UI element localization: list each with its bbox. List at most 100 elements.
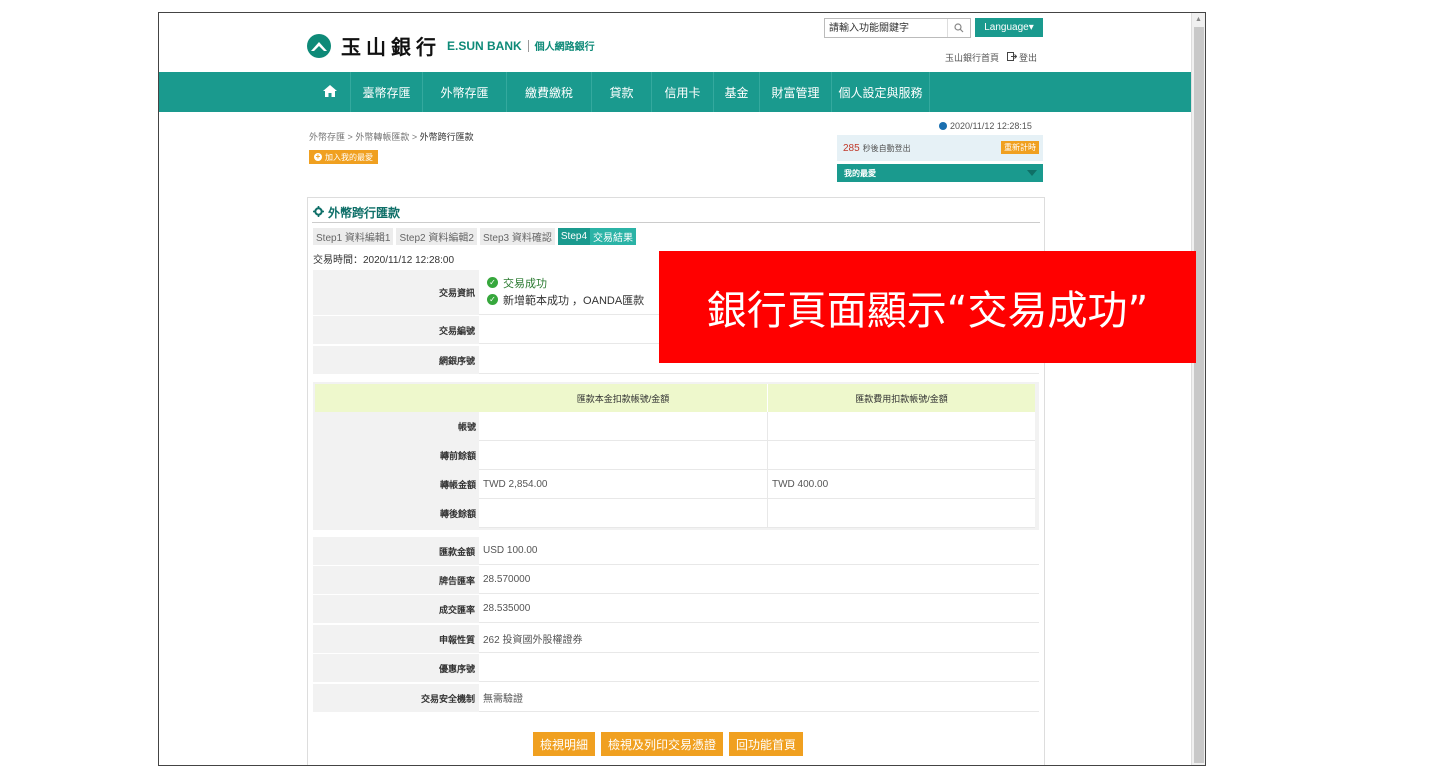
my-favorites-dropdown[interactable]: 我的最愛	[837, 164, 1043, 182]
account-table: 匯款本金扣款帳號/金額 匯款費用扣款帳號/金額 帳號 轉前餘額 轉帳金額 TWD…	[313, 382, 1039, 530]
title-divider	[312, 222, 1040, 223]
gear-icon	[313, 205, 324, 220]
clock-time: 2020/11/12 12:28:15	[950, 121, 1032, 131]
nav-item-credit-card[interactable]: 信用卡	[652, 72, 714, 112]
session-timer: 285 秒後自動登出 重新計時	[837, 135, 1043, 161]
browser-frame: 玉山銀行 E.SUN BANK 個人網路銀行 Language▾ 玉山銀行首頁 …	[158, 12, 1206, 766]
clock-display: 2020/11/12 12:28:15	[939, 121, 1032, 131]
nav-item-loans[interactable]: 貸款	[592, 72, 652, 112]
detail-value: 262 投資國外股權證券	[479, 625, 1039, 653]
nav-home-button[interactable]	[309, 72, 351, 112]
check-circle-icon: ✓	[487, 277, 498, 288]
fee-cell	[768, 412, 1035, 441]
language-button[interactable]: Language▾	[975, 18, 1043, 37]
add-favorite-button[interactable]: + 加入我的最愛	[309, 150, 378, 164]
step-1: Step1 資料編輯1	[313, 228, 394, 245]
view-details-button[interactable]: 檢視明細	[533, 732, 596, 756]
success-message: 交易成功	[503, 277, 547, 290]
detail-value: USD 100.00	[479, 537, 1039, 565]
fee-cell	[768, 499, 1035, 528]
search-icon[interactable]	[947, 19, 969, 37]
detail-label: 成交匯率	[313, 595, 479, 623]
clock-icon	[939, 122, 947, 130]
annotation-text: 銀行頁面顯示“交易成功”	[706, 288, 1149, 334]
logout-link[interactable]: 登出	[1006, 51, 1037, 64]
back-home-button[interactable]: 回功能首頁	[729, 732, 804, 756]
scroll-up-icon[interactable]: ▲	[1195, 16, 1202, 23]
detail-label: 牌告匯率	[313, 566, 479, 594]
home-icon	[322, 84, 337, 100]
add-favorite-label: 加入我的最愛	[325, 152, 373, 162]
breadcrumb-level1[interactable]: 外幣存匯	[309, 132, 345, 142]
table-row: 帳號	[315, 412, 1035, 441]
step-2: Step2 資料編輯2	[396, 228, 477, 245]
plus-icon: +	[314, 152, 322, 161]
bank-logo[interactable]: 玉山銀行 E.SUN BANK 個人網路銀行	[307, 31, 595, 60]
nav-item-payments[interactable]: 繳費繳稅	[507, 72, 592, 112]
table-row: 匯款金額 USD 100.00	[313, 537, 1039, 566]
search-input[interactable]	[825, 19, 947, 37]
account-table-header: 匯款本金扣款帳號/金額 匯款費用扣款帳號/金額	[315, 384, 1035, 412]
account-row-label: 帳號	[457, 422, 476, 432]
session-countdown-label: 秒後自動登出	[862, 143, 911, 153]
principal-cell	[479, 412, 768, 441]
nav-item-twd-deposit[interactable]: 臺幣存匯	[351, 72, 423, 112]
table-row: 轉後餘額	[315, 499, 1035, 528]
logo-mountain-icon	[307, 33, 331, 58]
nav-item-wealth[interactable]: 財富管理	[760, 72, 832, 112]
nav-item-foreign-deposit[interactable]: 外幣存匯	[423, 72, 507, 112]
account-row-label: 轉帳金額	[439, 480, 476, 490]
nav-item-settings[interactable]: 個人設定與服務	[832, 72, 930, 112]
step-4-label: 交易結果	[590, 228, 637, 245]
renew-session-button[interactable]: 重新計時	[1001, 141, 1039, 154]
detail-value: 28.535000	[479, 595, 1039, 623]
table-row: 成交匯率 28.535000	[313, 595, 1039, 624]
caret-down-icon	[1027, 170, 1037, 176]
table-row: 轉帳金額 TWD 2,854.00 TWD 400.00	[315, 470, 1035, 499]
search-box	[824, 18, 971, 38]
detail-label: 優惠序號	[313, 654, 479, 682]
logo-name-en: E.SUN BANK	[447, 38, 522, 53]
step-3: Step3 資料確認	[479, 228, 555, 245]
step-indicator: Step1 資料編輯1 Step2 資料編輯2 Step3 資料確認 Step4…	[313, 228, 637, 245]
table-row: 轉前餘額	[315, 441, 1035, 470]
annotation-callout: 銀行頁面顯示“交易成功”	[659, 251, 1196, 363]
my-favorites-label: 我的最愛	[844, 168, 876, 178]
principal-cell	[479, 499, 768, 528]
logo-name-cn: 玉山銀行	[341, 37, 441, 59]
fee-cell: TWD 400.00	[768, 470, 1035, 499]
main-nav: 臺幣存匯 外幣存匯 繳費繳稅 貸款 信用卡 基金 財富管理 個人設定與服務	[159, 72, 1191, 112]
detail-value: 28.570000	[479, 566, 1039, 594]
principal-cell: TWD 2,854.00	[479, 470, 768, 499]
online-seq-label: 網銀序號	[313, 346, 479, 374]
nav-item-funds[interactable]: 基金	[714, 72, 760, 112]
table-row: 申報性質 262 投資國外股權證券	[313, 625, 1039, 654]
detail-value	[479, 654, 1039, 682]
transaction-time: 交易時間：2020/11/12 12:28:00	[313, 255, 455, 266]
step-4-number: Step4	[560, 231, 588, 242]
top-links: 玉山銀行首頁 登出	[945, 51, 1037, 64]
table-row: 優惠序號	[313, 654, 1039, 683]
table-row: 交易安全機制 無需驗證	[313, 684, 1039, 713]
logout-label: 登出	[1018, 53, 1037, 63]
principal-account-header: 匯款本金扣款帳號/金額	[479, 384, 768, 412]
bank-home-link[interactable]: 玉山銀行首頁	[945, 51, 999, 64]
detail-label: 申報性質	[313, 625, 479, 653]
transaction-number-label: 交易編號	[313, 316, 479, 344]
principal-cell	[479, 441, 768, 470]
check-circle-icon: ✓	[487, 294, 498, 305]
session-countdown: 285	[843, 142, 860, 154]
account-row-label: 轉後餘額	[439, 509, 476, 519]
print-receipt-button[interactable]: 檢視及列印交易憑證	[601, 732, 724, 756]
vertical-scrollbar[interactable]: ▲	[1191, 13, 1205, 765]
breadcrumb-level2[interactable]: 外幣轉帳匯款	[355, 132, 409, 142]
fee-cell	[768, 441, 1035, 470]
step-4-active: Step4 交易結果	[557, 228, 637, 245]
logo-divider	[527, 39, 529, 52]
scrollbar-thumb[interactable]	[1194, 27, 1204, 763]
table-row: 牌告匯率 28.570000	[313, 566, 1039, 595]
template-message: 新增範本成功 ，OANDA匯款	[503, 294, 645, 307]
panel-title-text: 外幣跨行匯款	[328, 206, 401, 220]
action-buttons: 檢視明細 檢視及列印交易憑證 回功能首頁	[533, 732, 804, 756]
detail-label: 交易安全機制	[313, 684, 479, 712]
